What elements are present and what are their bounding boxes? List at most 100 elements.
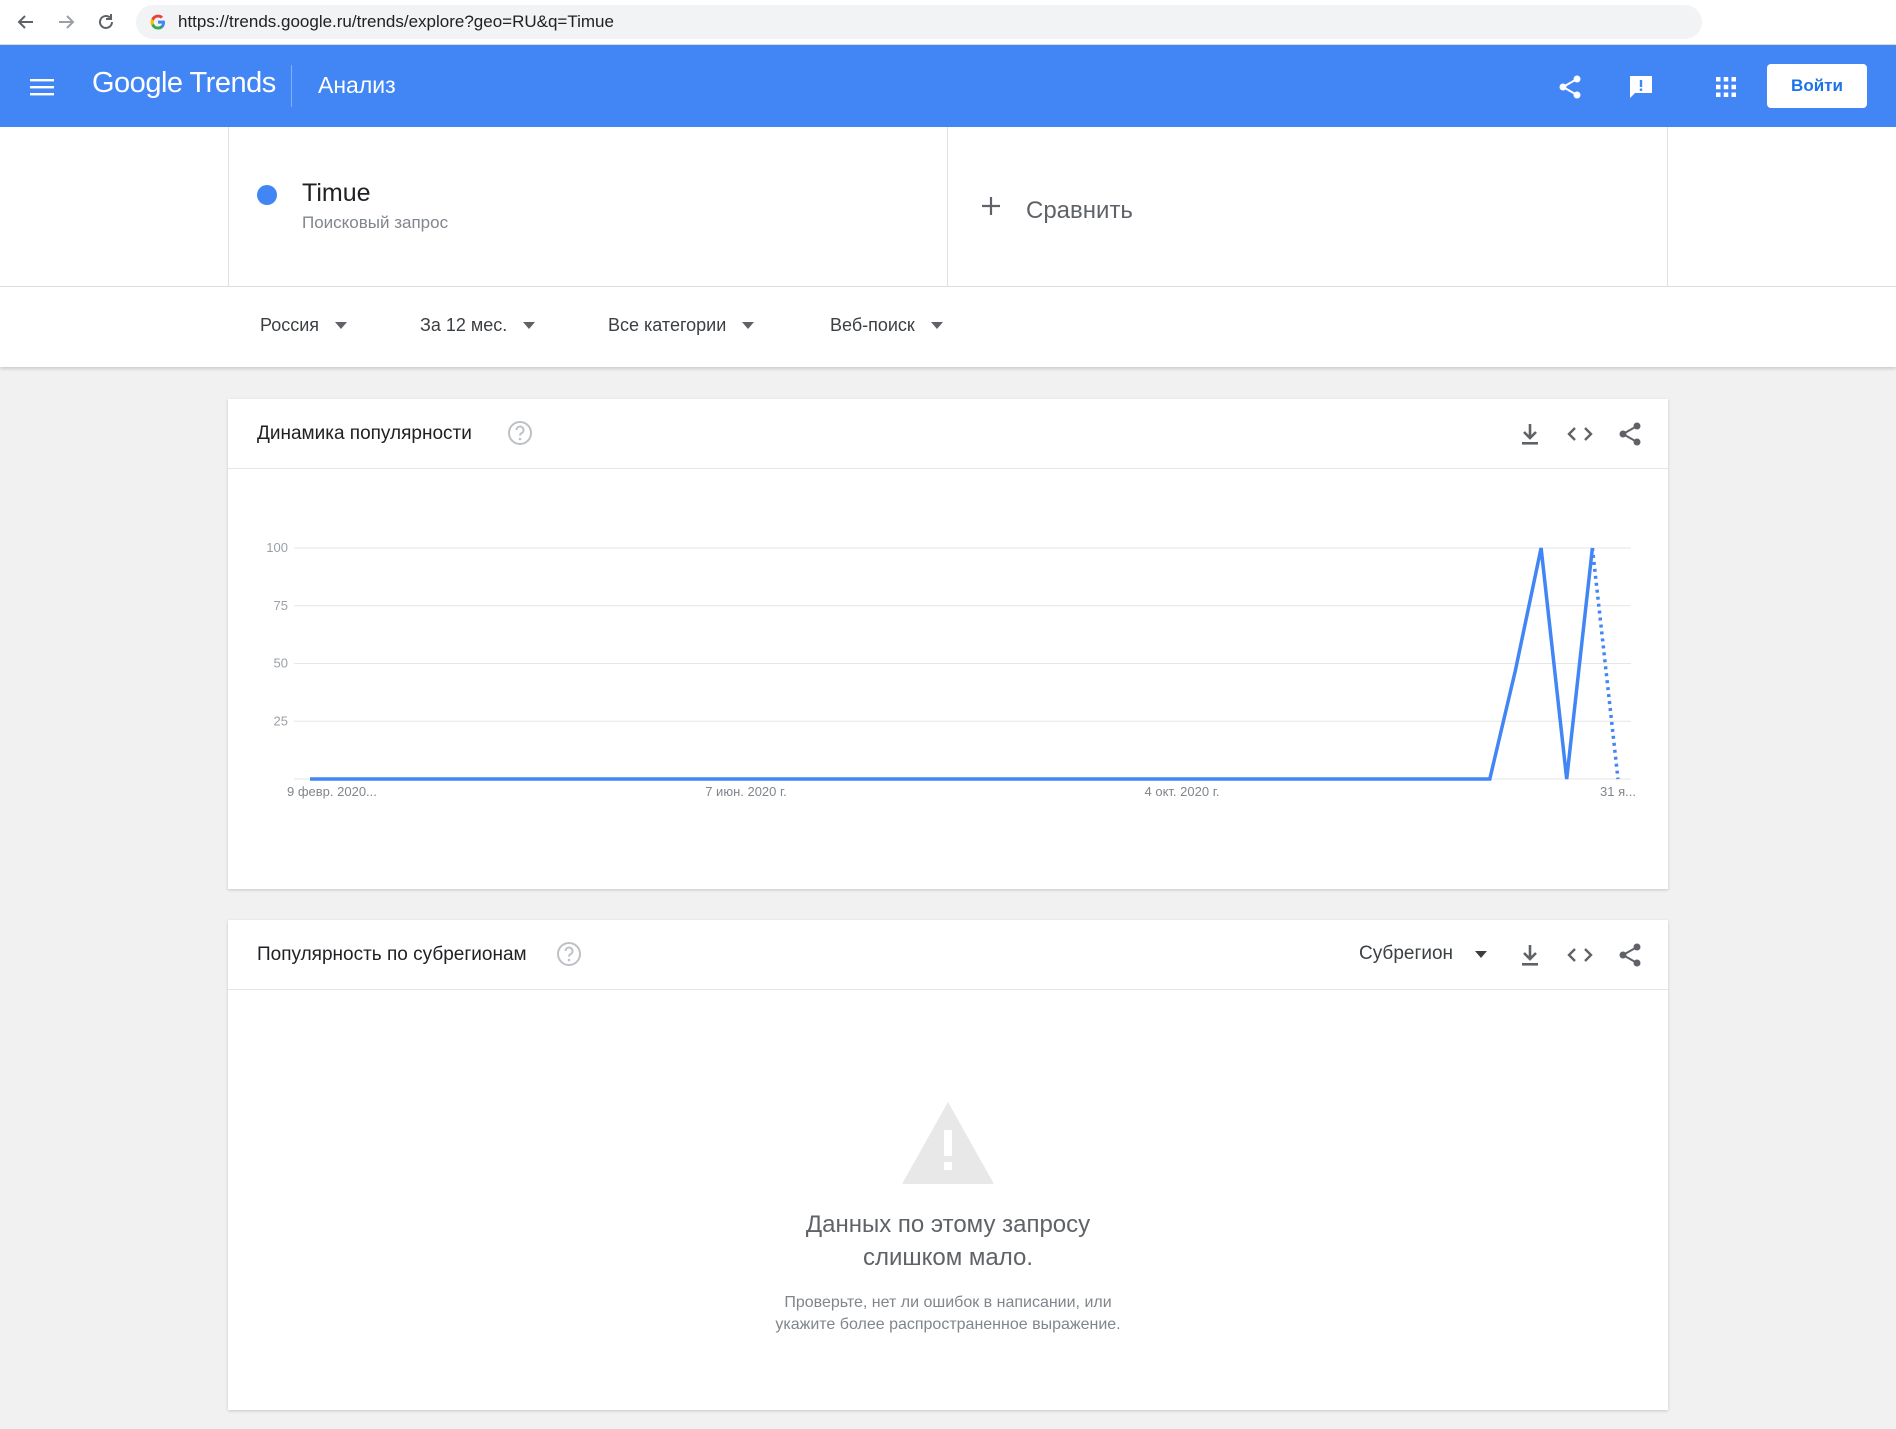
google-favicon-icon bbox=[148, 12, 168, 32]
feedback-icon bbox=[1630, 76, 1652, 98]
share-button[interactable] bbox=[1552, 69, 1588, 105]
data-point bbox=[360, 778, 363, 781]
data-point bbox=[437, 778, 440, 781]
hamburger-menu-icon bbox=[30, 79, 54, 96]
region-filter-label: Россия bbox=[260, 315, 320, 335]
x-tick-label: 4 окт. 2020 г. bbox=[1145, 784, 1220, 799]
share-map-button[interactable] bbox=[1615, 940, 1645, 970]
data-point bbox=[1514, 669, 1517, 672]
header-divider bbox=[291, 65, 292, 107]
period-filter[interactable]: За 12 мес. bbox=[420, 315, 536, 336]
download-icon bbox=[1522, 945, 1538, 966]
data-point bbox=[591, 778, 594, 781]
share-icon bbox=[1619, 943, 1641, 967]
category-filter-label: Все категории bbox=[608, 315, 727, 335]
subregion-resolution-select[interactable]: Субрегион bbox=[1359, 943, 1488, 965]
data-point bbox=[770, 778, 773, 781]
forward-button[interactable] bbox=[52, 8, 80, 36]
subregion-card-title: Популярность по субрегионам bbox=[257, 944, 527, 965]
caret-down-icon bbox=[335, 322, 348, 329]
data-point bbox=[309, 778, 312, 781]
data-point bbox=[1565, 778, 1568, 781]
data-point bbox=[1129, 778, 1132, 781]
y-tick-label: 25 bbox=[274, 713, 288, 728]
plus-icon bbox=[982, 197, 1000, 215]
data-point bbox=[462, 778, 465, 781]
y-tick-label: 75 bbox=[274, 598, 288, 613]
data-point bbox=[924, 778, 927, 781]
data-point bbox=[1360, 778, 1363, 781]
reload-icon bbox=[99, 14, 113, 29]
compare-label: Сравнить bbox=[1026, 197, 1133, 224]
data-point bbox=[847, 778, 850, 781]
caret-down-icon bbox=[1475, 950, 1488, 958]
address-bar[interactable]: https://trends.google.ru/trends/explore?… bbox=[136, 5, 1702, 39]
data-point bbox=[1155, 778, 1158, 781]
x-tick-label: 7 июн. 2020 г. bbox=[705, 784, 787, 799]
search-type-filter[interactable]: Веб-поиск bbox=[830, 315, 943, 336]
data-point bbox=[1181, 778, 1184, 781]
url-text: https://trends.google.ru/trends/explore?… bbox=[178, 12, 614, 31]
embed-button[interactable] bbox=[1565, 419, 1595, 449]
caret-down-icon bbox=[930, 322, 943, 329]
back-button[interactable] bbox=[12, 8, 40, 36]
no-data-message: Данных по этому запросу слишком мало. Пр… bbox=[228, 990, 1668, 1340]
data-point bbox=[1591, 547, 1594, 550]
interest-card-title: Динамика популярности bbox=[257, 423, 472, 444]
search-type-filter-label: Веб-поиск bbox=[830, 315, 915, 335]
main-menu-button[interactable] bbox=[24, 69, 60, 105]
region-filter[interactable]: Россия bbox=[260, 315, 348, 336]
warning-icon bbox=[902, 1102, 994, 1184]
x-tick-label: 9 февр. 2020... bbox=[287, 784, 377, 799]
data-point bbox=[950, 778, 953, 781]
code-icon bbox=[1567, 427, 1593, 441]
data-point bbox=[1488, 778, 1491, 781]
share-chart-button[interactable] bbox=[1615, 419, 1645, 449]
data-point bbox=[1027, 778, 1030, 781]
signin-button[interactable]: Войти bbox=[1767, 64, 1867, 108]
data-point bbox=[411, 778, 414, 781]
apps-grid-icon bbox=[1716, 77, 1736, 97]
data-point bbox=[1463, 778, 1466, 781]
feedback-button[interactable] bbox=[1623, 69, 1659, 105]
data-point bbox=[616, 778, 619, 781]
search-term-card[interactable]: Timue Поисковый запрос bbox=[228, 127, 948, 287]
help-icon[interactable] bbox=[506, 419, 534, 447]
download-csv-button[interactable] bbox=[1515, 419, 1545, 449]
compare-button[interactable]: Сравнить bbox=[948, 127, 1668, 287]
apps-button[interactable] bbox=[1708, 69, 1744, 105]
google-trends-logo[interactable]: Google Trends bbox=[92, 67, 276, 100]
help-icon[interactable] bbox=[555, 940, 583, 968]
card-header: Динамика популярности bbox=[228, 399, 1668, 469]
interest-over-time-card: Динамика популярности 100 75 50 25 9 февр. 2… bbox=[228, 399, 1668, 889]
page-title: Анализ bbox=[318, 72, 396, 98]
data-point bbox=[898, 778, 901, 781]
search-terms-bar: Timue Поисковый запрос Сравнить bbox=[0, 127, 1896, 287]
reload-button[interactable] bbox=[92, 8, 120, 36]
data-point bbox=[719, 778, 722, 781]
data-point bbox=[1001, 778, 1004, 781]
x-tick-label: 31 я... bbox=[1600, 784, 1636, 799]
category-filter[interactable]: Все категории bbox=[608, 315, 755, 336]
no-data-hint: Проверьте, нет ли ошибок в написании, ил… bbox=[775, 1294, 1121, 1333]
browser-toolbar: https://trends.google.ru/trends/explore?… bbox=[0, 0, 1896, 45]
interest-by-subregion-card: Популярность по субрегионам Субрегион Да… bbox=[228, 920, 1668, 1410]
data-point bbox=[334, 778, 337, 781]
no-data-title: Данных по этому запросу слишком мало. bbox=[805, 1211, 1091, 1271]
data-point bbox=[385, 778, 388, 781]
data-point bbox=[796, 778, 799, 781]
arrow-left-icon bbox=[17, 15, 33, 29]
data-point bbox=[1052, 778, 1055, 781]
data-point bbox=[1104, 778, 1107, 781]
data-point bbox=[1411, 778, 1414, 781]
arrow-right-icon bbox=[59, 15, 75, 29]
data-point bbox=[668, 778, 671, 781]
embed-button[interactable] bbox=[1565, 940, 1595, 970]
data-point bbox=[642, 778, 645, 781]
y-tick-label: 100 bbox=[266, 540, 288, 555]
download-csv-button[interactable] bbox=[1515, 940, 1545, 970]
term-type: Поисковый запрос bbox=[302, 213, 449, 232]
download-icon bbox=[1522, 424, 1538, 445]
caret-down-icon bbox=[523, 322, 536, 329]
data-point bbox=[745, 778, 748, 781]
